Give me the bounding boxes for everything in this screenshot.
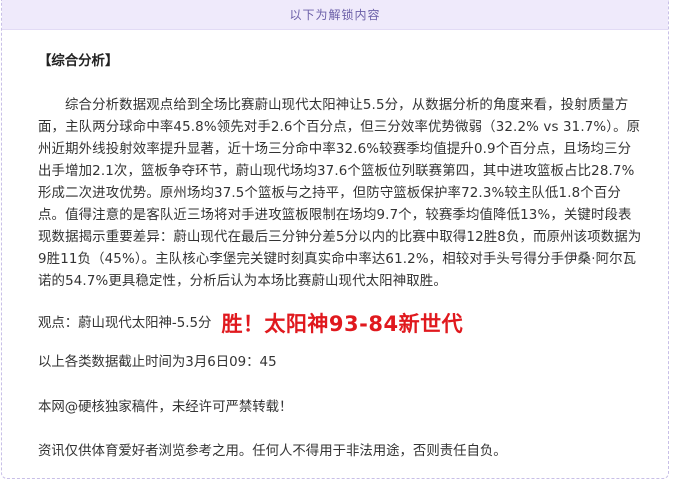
- data-cutoff-note: 以上各类数据截止时间为3月6日09：45: [38, 355, 277, 370]
- section-title: 【综合分析】: [38, 54, 119, 69]
- unlock-banner: 以下为解锁内容: [2, 0, 668, 30]
- viewpoint-label: 观点：蔚山现代太阳神-5.5分: [38, 316, 212, 331]
- copyright-note: 本网@硬核独家稿件，未经许可严禁转载！: [38, 400, 293, 415]
- disclaimer-note: 资讯仅供体育爱好者浏览参考之用。任何人不得用于非法用途，否则责任自负。: [38, 444, 507, 459]
- unlocked-content-panel: 以下为解锁内容 【综合分析】 综合分析数据观点给到全场比赛蔚山现代太阳神让5.5…: [1, 0, 669, 479]
- article-content: 【综合分析】 综合分析数据观点给到全场比赛蔚山现代太阳神让5.5分，从数据分析的…: [2, 29, 668, 479]
- viewpoint-row: 观点：蔚山现代太阳神-5.5分 胜！太阳神93-84新世代: [38, 306, 463, 342]
- unlock-banner-text: 以下为解锁内容: [289, 8, 381, 22]
- analysis-paragraph: 综合分析数据观点给到全场比赛蔚山现代太阳神让5.5分，从数据分析的角度来看，投射…: [38, 98, 642, 289]
- viewpoint-result: 胜！太阳神93-84新世代: [221, 312, 464, 336]
